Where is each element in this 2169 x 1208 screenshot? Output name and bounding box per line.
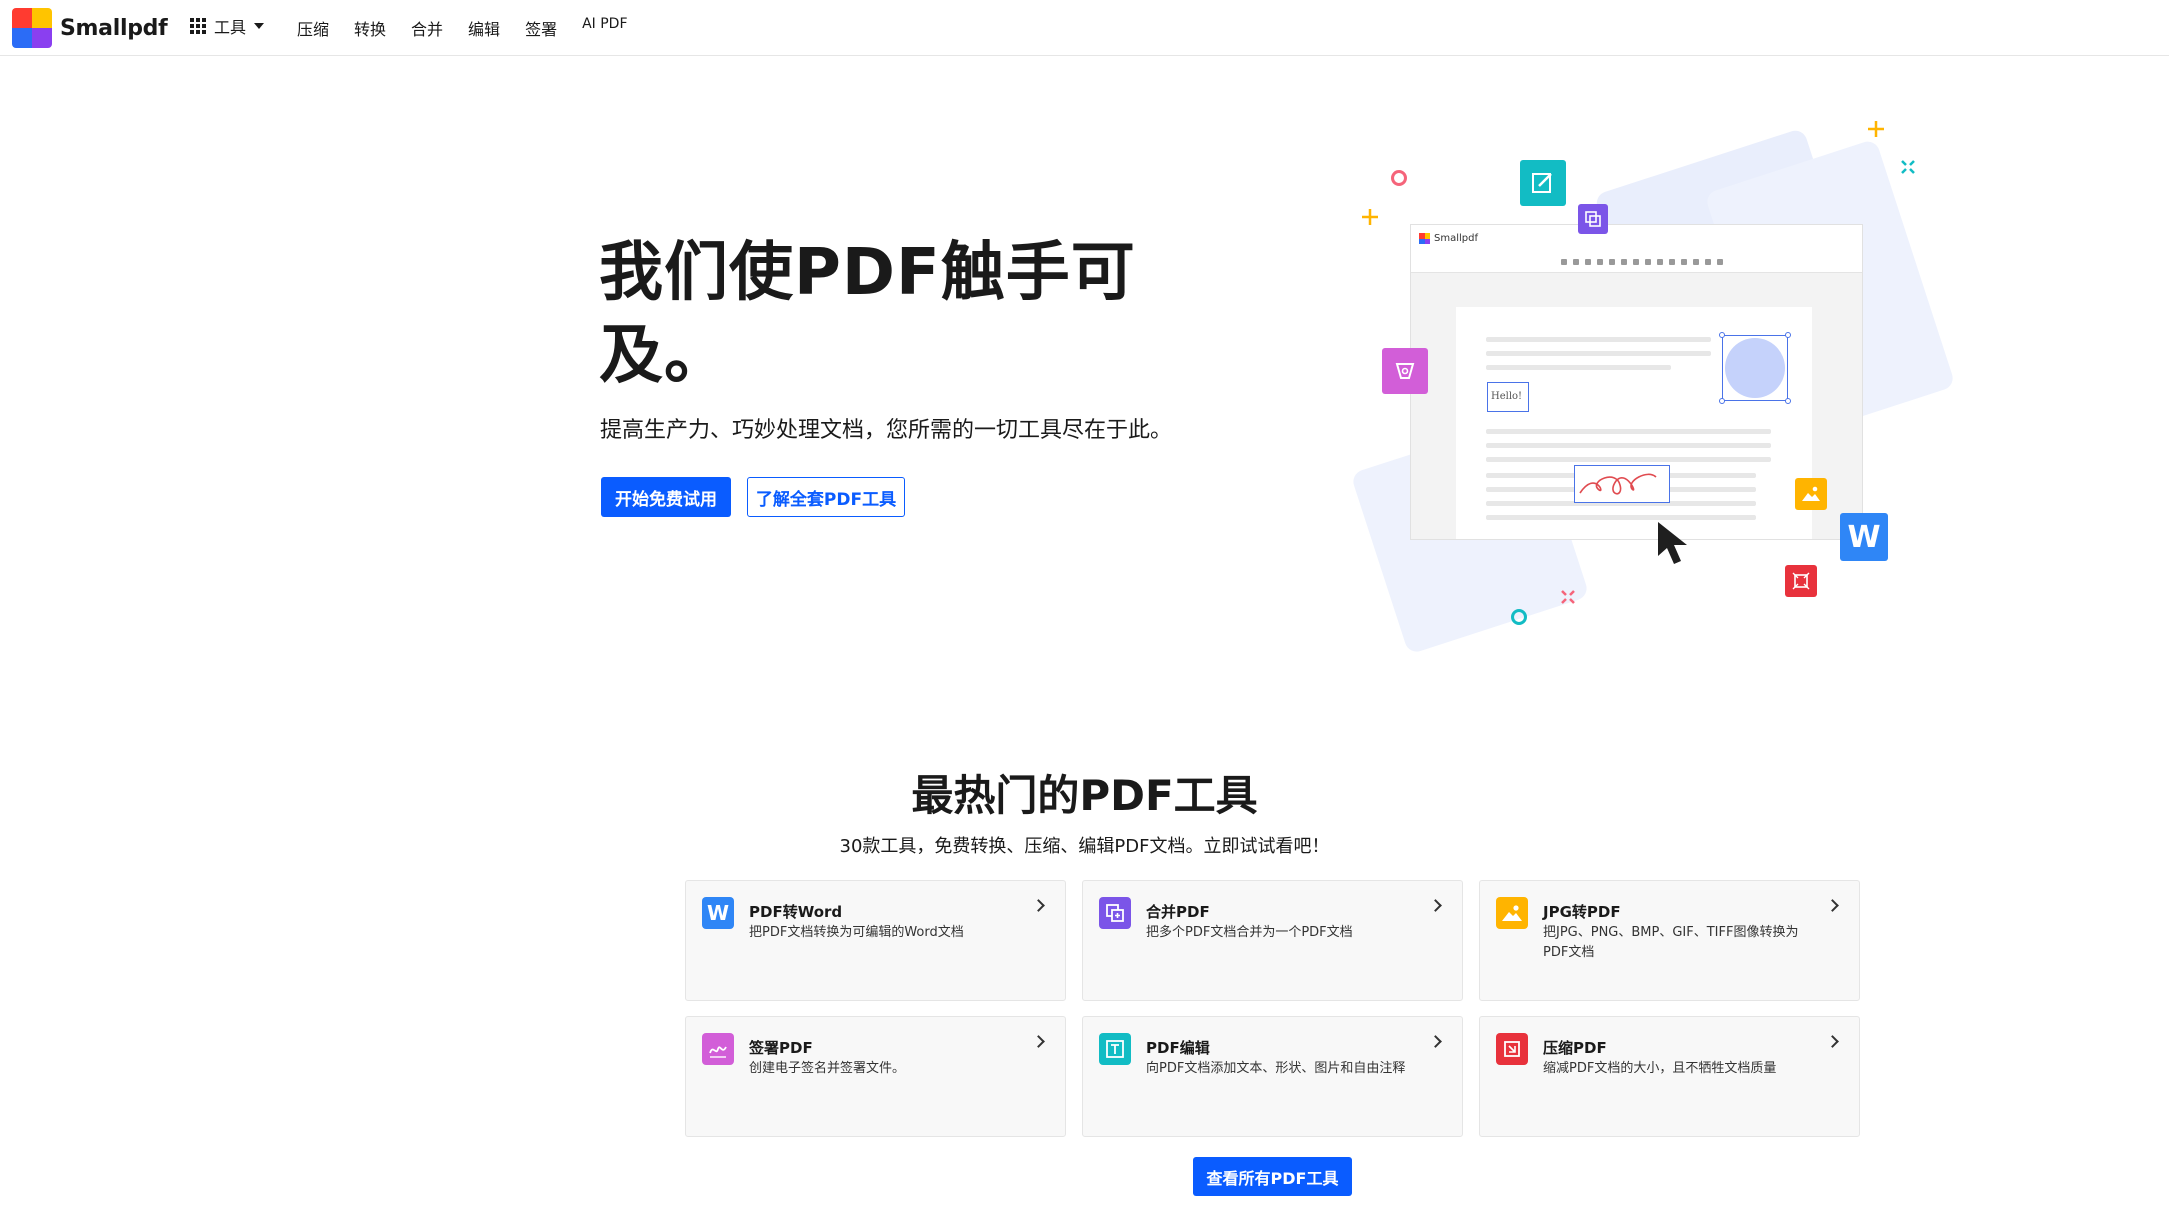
tool-card-compress-pdf[interactable]: 压缩PDF 缩减PDF文档的大小，且不牺牲文档质量 xyxy=(1479,1016,1860,1137)
tool-card-pdf-edit[interactable]: PDF编辑 向PDF文档添加文本、形状、图片和自由注释 xyxy=(1082,1016,1463,1137)
decor-ring-icon xyxy=(1391,170,1407,186)
chevron-right-icon xyxy=(1032,899,1045,912)
tool-card-sign-pdf[interactable]: 签署PDF 创建电子签名并签署文件。 xyxy=(685,1016,1066,1137)
section-title: 最热门的PDF工具 xyxy=(911,771,1258,820)
document-page: Hello! xyxy=(1456,307,1812,539)
nav-link-edit[interactable]: 编辑 xyxy=(468,16,500,40)
card-title: 签署PDF xyxy=(749,1039,813,1057)
card-title: 合并PDF xyxy=(1146,903,1210,921)
edit-icon xyxy=(1099,1033,1131,1065)
chevron-right-icon xyxy=(1429,1035,1442,1048)
decor-sparkle-icon xyxy=(1901,160,1915,174)
toolbar-icons xyxy=(1561,259,1723,265)
nav-link-compress[interactable]: 压缩 xyxy=(297,16,329,40)
smallpdf-logo[interactable]: Smallpdf xyxy=(12,7,168,49)
start-free-trial-button[interactable]: 开始免费试用 xyxy=(601,477,731,517)
edit-icon xyxy=(1520,160,1566,206)
chevron-right-icon xyxy=(1032,1035,1045,1048)
grid-icon xyxy=(190,18,206,34)
top-nav: Smallpdf 工具 压缩 转换 合并 编辑 签署 AI PDF xyxy=(0,0,2169,56)
card-title: JPG转PDF xyxy=(1543,903,1621,921)
hero-title: 我们使PDF触手可及。 xyxy=(599,236,1136,393)
chevron-right-icon xyxy=(1826,899,1839,912)
logo-mark-icon xyxy=(12,8,52,48)
card-title: 压缩PDF xyxy=(1543,1039,1607,1057)
card-desc: 创建电子签名并签署文件。 xyxy=(749,1061,906,1076)
signature-scribble-icon xyxy=(1579,473,1657,495)
tool-card-pdf-to-word[interactable]: W PDF转Word 把PDF文档转换为可编辑的Word文档 xyxy=(685,880,1066,1001)
image-icon xyxy=(1496,897,1528,929)
nav-link-merge[interactable]: 合并 xyxy=(411,16,443,40)
card-title: PDF转Word xyxy=(749,903,843,921)
card-desc: 缩减PDF文档的大小，且不牺牲文档质量 xyxy=(1543,1061,1777,1076)
app-logo: Smallpdf xyxy=(1419,233,1478,244)
view-all-tools-button[interactable]: 查看所有PDF工具 xyxy=(1193,1157,1352,1196)
card-desc: 向PDF文档添加文本、形状、图片和自由注释 xyxy=(1146,1061,1406,1076)
tool-card-merge-pdf[interactable]: 合并PDF 把多个PDF文档合并为一个PDF文档 xyxy=(1082,880,1463,1001)
word-icon: W xyxy=(702,897,734,929)
app-name: Smallpdf xyxy=(1434,233,1478,244)
decor-sparkle-icon xyxy=(1561,590,1575,604)
logo-text: Smallpdf xyxy=(60,15,168,41)
section-subtitle: 30款工具，免费转换、压缩、编辑PDF文档。立即试试看吧！ xyxy=(839,836,1330,857)
app-toolbar: Smallpdf xyxy=(1411,225,1862,273)
decor-plus-icon xyxy=(1868,121,1884,137)
word-icon: W xyxy=(1840,513,1888,561)
decor-ring-icon xyxy=(1511,609,1527,625)
decor-plus-icon xyxy=(1362,209,1378,225)
card-title: PDF编辑 xyxy=(1146,1039,1210,1057)
compress-icon xyxy=(1785,565,1817,597)
explore-tools-button[interactable]: 了解全套PDF工具 xyxy=(747,477,905,517)
chevron-right-icon xyxy=(1429,899,1442,912)
tools-menu-label: 工具 xyxy=(214,18,247,37)
card-desc: 把PDF文档转换为可编辑的Word文档 xyxy=(749,925,964,940)
nav-links: 压缩 转换 合并 编辑 签署 AI PDF xyxy=(297,16,653,40)
compress-icon xyxy=(1496,1033,1528,1065)
circle-shape xyxy=(1725,338,1785,398)
merge-icon xyxy=(1578,204,1608,234)
nav-link-convert[interactable]: 转换 xyxy=(354,16,386,40)
tools-menu-button[interactable]: 工具 xyxy=(190,14,265,38)
nav-link-sign[interactable]: 签署 xyxy=(525,16,557,40)
chevron-right-icon xyxy=(1826,1035,1839,1048)
nav-link-ai-pdf[interactable]: AI PDF xyxy=(582,16,627,40)
image-icon xyxy=(1795,478,1827,510)
signature-icon xyxy=(1382,348,1428,394)
cursor-arrow-icon xyxy=(1658,522,1687,564)
hello-text: Hello! xyxy=(1491,391,1523,402)
hero-illustration: Smallpdf Hello! W xyxy=(1330,110,1956,655)
caret-down-icon xyxy=(254,23,265,29)
tool-card-jpg-to-pdf[interactable]: JPG转PDF 把JPG、PNG、BMP、GIF、TIFF图像转换为PDF文档 xyxy=(1479,880,1860,1001)
logo-mark-icon xyxy=(1419,233,1430,244)
merge-icon xyxy=(1099,897,1131,929)
signature-icon xyxy=(702,1033,734,1065)
hero-subtitle: 提高生产力、巧妙处理文档，您所需的一切工具尽在于此。 xyxy=(600,418,1173,443)
card-desc: 把JPG、PNG、BMP、GIF、TIFF图像转换为PDF文档 xyxy=(1543,925,1799,960)
card-desc: 把多个PDF文档合并为一个PDF文档 xyxy=(1146,925,1353,940)
